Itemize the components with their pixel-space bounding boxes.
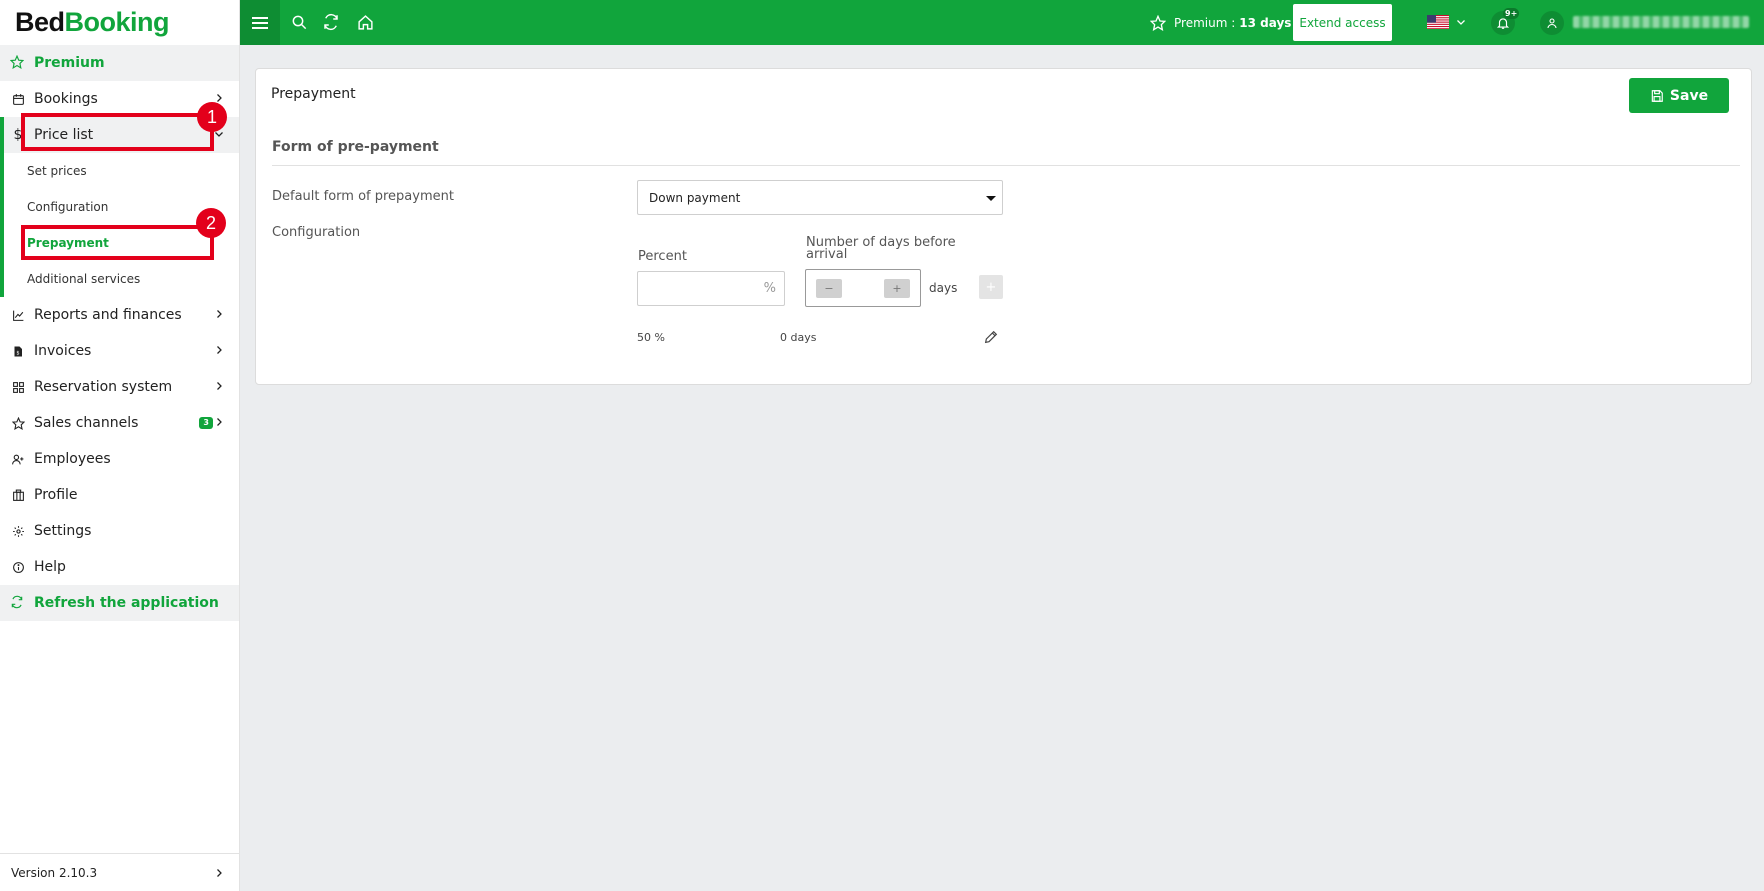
premium-days: 13 days bbox=[1239, 15, 1292, 30]
extend-access-button[interactable]: Extend access bbox=[1293, 4, 1392, 41]
svg-text:$: $ bbox=[16, 350, 19, 356]
invoice-icon: $ bbox=[10, 343, 26, 359]
sidebar-item-label: Sales channels bbox=[34, 415, 139, 431]
sidebar-item-label: Help bbox=[34, 559, 66, 575]
sidebar-refresh[interactable]: Refresh the application bbox=[0, 585, 239, 621]
step-badge-2: 2 bbox=[196, 208, 226, 238]
grid-icon bbox=[10, 379, 26, 395]
chevron-right-icon bbox=[217, 346, 222, 354]
star-icon bbox=[10, 415, 26, 431]
sidebar-item-settings[interactable]: Settings bbox=[0, 513, 239, 549]
user-plus-icon bbox=[10, 451, 26, 467]
brand-logo[interactable]: Bed Booking bbox=[0, 0, 239, 45]
sidebar-item-invoices[interactable]: $ Invoices bbox=[0, 333, 239, 369]
chevron-down-icon[interactable] bbox=[1455, 16, 1467, 28]
chart-line-icon bbox=[10, 307, 26, 323]
pencil-icon[interactable] bbox=[983, 329, 999, 345]
sidebar-premium[interactable]: Premium bbox=[0, 45, 239, 81]
default-form-select[interactable]: Down payment bbox=[637, 180, 1003, 215]
star-icon bbox=[1150, 14, 1166, 31]
sidebar-item-sales-channels[interactable]: Sales channels 3 bbox=[0, 405, 239, 441]
search-button[interactable] bbox=[290, 13, 308, 31]
notification-count: 9+ bbox=[1503, 8, 1520, 19]
percent-label: Percent bbox=[638, 249, 687, 264]
percent-unit: % bbox=[763, 281, 776, 296]
sub-item-label: Additional services bbox=[27, 272, 141, 286]
default-form-label: Default form of prepayment bbox=[272, 189, 454, 204]
increment-button[interactable]: + bbox=[884, 279, 910, 298]
decrement-button[interactable]: − bbox=[816, 279, 842, 298]
days-stepper[interactable]: − + bbox=[805, 269, 921, 307]
topbar: Premium : 13 days Extend access 9+ bbox=[240, 0, 1764, 45]
save-label: Save bbox=[1669, 87, 1709, 104]
page-title: Prepayment bbox=[271, 86, 356, 102]
home-button[interactable] bbox=[356, 13, 374, 31]
sidebar-item-label: Bookings bbox=[34, 91, 98, 107]
caret-down-icon bbox=[986, 196, 996, 201]
chevron-right-icon bbox=[217, 310, 222, 318]
step-badge-1: 1 bbox=[197, 102, 227, 132]
gear-icon bbox=[10, 523, 26, 539]
hamburger-icon bbox=[252, 16, 268, 29]
save-icon bbox=[1651, 89, 1663, 102]
premium-label: Premium : bbox=[1174, 15, 1236, 30]
refresh-icon bbox=[324, 13, 338, 31]
days-before-label: Number of days before arrival bbox=[806, 235, 956, 262]
count-badge: 3 bbox=[199, 417, 213, 429]
premium-status[interactable]: Premium : 13 days bbox=[1150, 0, 1291, 45]
star-icon bbox=[10, 55, 26, 71]
home-icon bbox=[357, 14, 373, 30]
configuration-label: Configuration bbox=[272, 225, 361, 240]
sidebar-item-label: Reservation system bbox=[34, 379, 173, 395]
refresh-icon bbox=[10, 595, 26, 611]
sidebar-item-reservation-system[interactable]: Reservation system bbox=[0, 369, 239, 405]
prepayment-card: Prepayment Save Form of pre-payment Defa… bbox=[255, 68, 1752, 385]
percent-input[interactable]: % bbox=[637, 271, 785, 306]
menu-button[interactable] bbox=[240, 0, 280, 45]
select-value: Down payment bbox=[649, 190, 741, 205]
building-icon bbox=[10, 487, 26, 503]
user-icon bbox=[1547, 18, 1557, 29]
chevron-right-icon bbox=[217, 382, 222, 390]
version-row[interactable]: Version 2.10.3 bbox=[0, 853, 239, 891]
brand-part1: Bed bbox=[15, 7, 65, 37]
sidebar-item-profile[interactable]: Profile bbox=[0, 477, 239, 513]
save-button[interactable]: Save bbox=[1629, 78, 1729, 113]
sidebar-item-label: Reports and finances bbox=[34, 307, 182, 323]
sidebar-item-label: Profile bbox=[34, 487, 78, 503]
sub-item-label: Set prices bbox=[27, 164, 87, 178]
row-days: 0 days bbox=[780, 331, 817, 344]
section-title: Form of pre-payment bbox=[272, 139, 439, 155]
user-name-redacted[interactable] bbox=[1573, 16, 1749, 28]
user-avatar[interactable] bbox=[1540, 11, 1564, 35]
calendar-icon bbox=[10, 91, 26, 107]
sidebar-item-help[interactable]: Help bbox=[0, 549, 239, 585]
chevron-right-icon bbox=[217, 869, 222, 877]
sidebar-item-employees[interactable]: Employees bbox=[0, 441, 239, 477]
sidebar-sub-additional-services[interactable]: Additional services bbox=[4, 261, 239, 297]
sidebar-item-reports[interactable]: Reports and finances bbox=[0, 297, 239, 333]
brand-part2: Booking bbox=[64, 7, 170, 37]
highlight-price-list bbox=[21, 113, 214, 151]
sidebar-item-label: Invoices bbox=[34, 343, 92, 359]
us-flag-icon[interactable] bbox=[1427, 15, 1449, 29]
sidebar-item-label: Settings bbox=[34, 523, 92, 539]
row-percent: 50 % bbox=[637, 331, 665, 344]
section-divider bbox=[272, 165, 1740, 166]
sidebar-premium-label: Premium bbox=[34, 55, 105, 71]
sidebar-refresh-label: Refresh the application bbox=[34, 595, 219, 611]
sidebar-item-label: Employees bbox=[34, 451, 111, 467]
chevron-right-icon bbox=[217, 418, 222, 426]
add-row-button[interactable]: + bbox=[979, 275, 1003, 299]
info-icon bbox=[10, 559, 26, 575]
sync-button[interactable] bbox=[322, 13, 340, 31]
sub-item-label: Configuration bbox=[27, 200, 109, 214]
version-label: Version 2.10.3 bbox=[11, 865, 98, 880]
search-icon bbox=[292, 15, 307, 30]
sidebar-sub-set-prices[interactable]: Set prices bbox=[4, 153, 239, 189]
highlight-prepayment bbox=[21, 225, 214, 260]
days-unit: days bbox=[929, 281, 958, 295]
